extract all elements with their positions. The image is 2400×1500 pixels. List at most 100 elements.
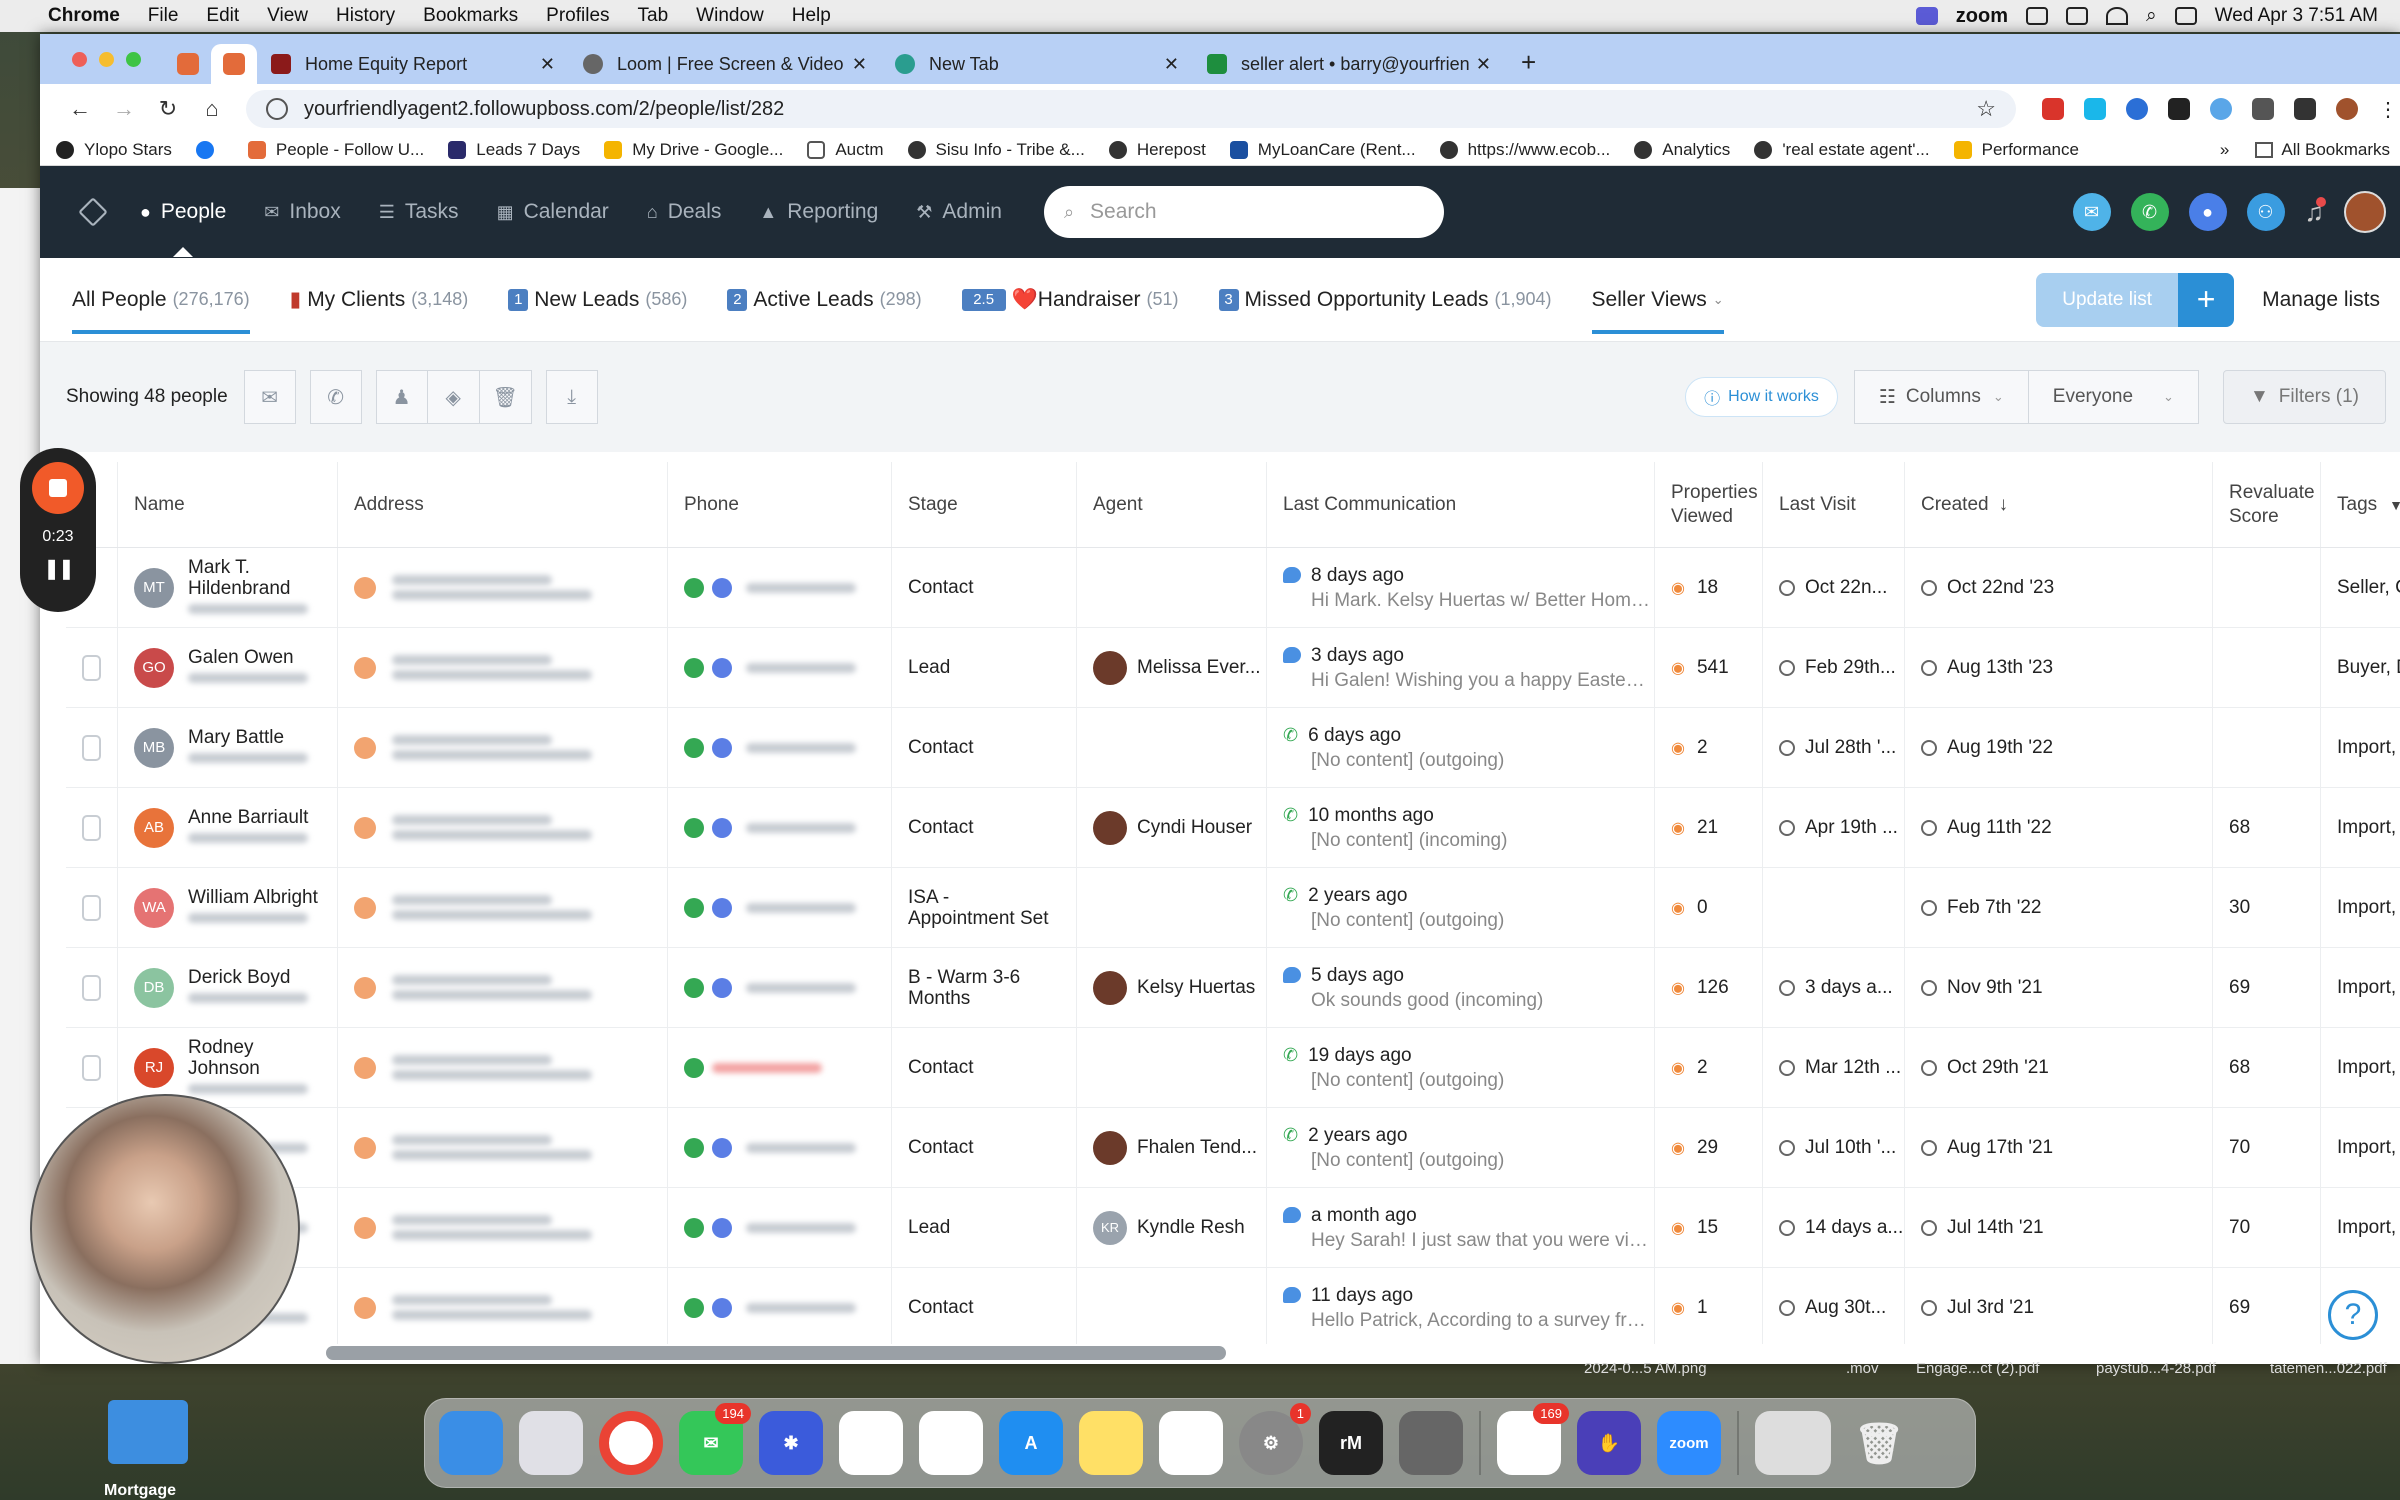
call-icon[interactable] <box>684 577 704 598</box>
stage-cell[interactable]: Contact <box>892 1028 1077 1107</box>
tags-cell[interactable]: Import, S <box>2321 948 2400 1027</box>
tab-missed-opportunity[interactable]: 3 Missed Opportunity Leads (1,904) <box>1218 258 1552 342</box>
bookmark-item[interactable]: Leads 7 Days <box>448 140 580 160</box>
desktop-folder-label[interactable]: Mortgage <box>104 1482 176 1500</box>
table-row[interactable]: MB Mary Battle Contact ✆ 6 days ago [No conte… <box>66 708 2400 788</box>
wifi-icon[interactable] <box>2106 7 2128 25</box>
phone-cell[interactable] <box>668 628 892 707</box>
nav-calendar[interactable]: ▦ Calendar <box>497 200 609 224</box>
call-icon[interactable] <box>684 1137 704 1158</box>
call-icon[interactable] <box>684 1297 704 1318</box>
zoom-icon[interactable]: zoom <box>1657 1411 1721 1475</box>
call-icon[interactable] <box>684 817 704 838</box>
address-cell[interactable] <box>338 548 668 627</box>
col-created[interactable]: Created ↓ <box>1905 462 2213 547</box>
menubar-clock[interactable]: Wed Apr 3 7:51 AM <box>2215 5 2378 27</box>
stage-cell[interactable]: Lead <box>892 628 1077 707</box>
phone-cell[interactable] <box>668 1268 892 1344</box>
chrome-icon[interactable] <box>599 1411 663 1475</box>
phone-cell[interactable] <box>668 948 892 1027</box>
col-stage[interactable]: Stage <box>892 462 1077 547</box>
maximize-window-button[interactable] <box>126 51 141 67</box>
bookmark-folder[interactable]: Auctm <box>807 140 884 160</box>
back-icon[interactable]: ← <box>58 96 102 122</box>
columns-dropdown[interactable]: ☷ Columns ⌄ <box>1853 370 2029 424</box>
phone-cell[interactable] <box>668 1188 892 1267</box>
stage-cell[interactable]: Contact <box>892 708 1077 787</box>
menu-help[interactable]: Help <box>792 5 831 27</box>
menu-edit[interactable]: Edit <box>206 5 239 27</box>
table-row[interactable]: Lead KR Kyndle Resh a month ago Hey Sarah! I… <box>66 1188 2400 1268</box>
address-cell[interactable] <box>338 628 668 707</box>
site-info-icon[interactable] <box>266 98 288 120</box>
notifications-bell-icon[interactable]: ♫ <box>2305 196 2326 228</box>
last-communication-cell[interactable]: a month ago Hey Sarah! I just saw that yo… <box>1267 1188 1655 1267</box>
call-icon[interactable] <box>684 977 704 998</box>
pinned-tab-1[interactable] <box>165 44 211 84</box>
call-icon[interactable] <box>684 737 704 758</box>
nav-admin[interactable]: ⚒ Admin <box>916 200 1002 224</box>
recent-window-icon[interactable] <box>1755 1411 1831 1475</box>
contact-name[interactable]: Mary Battle <box>188 727 308 748</box>
row-checkbox[interactable] <box>66 628 118 707</box>
vimeo-icon[interactable] <box>2084 98 2106 120</box>
bulk-email-button[interactable]: ✉ <box>243 370 296 424</box>
bookmark-star-icon[interactable]: ☆ <box>1976 96 1996 122</box>
tags-cell[interactable]: Buyer, D <box>2321 628 2400 707</box>
address-cell[interactable] <box>338 1188 668 1267</box>
tab-all-people[interactable]: All People (276,176) <box>72 258 250 342</box>
all-bookmarks[interactable]: » All Bookmarks <box>2220 140 2390 160</box>
close-tab-icon[interactable]: ✕ <box>540 54 555 75</box>
filters-button[interactable]: ▼ Filters (1) <box>2222 370 2386 424</box>
phone-cell[interactable] <box>668 788 892 867</box>
bookmark-item[interactable]: Ylopo Stars <box>56 140 172 160</box>
menu-app-name[interactable]: Chrome <box>48 5 120 27</box>
text-icon[interactable] <box>712 1217 732 1238</box>
name-cell[interactable]: MT Mark T. Hildenbrand <box>118 548 338 627</box>
desktop-file[interactable]: 2024-0...5 AM.png <box>1584 1360 1707 1377</box>
calculator-icon[interactable] <box>1399 1411 1463 1475</box>
phone-cell[interactable] <box>668 708 892 787</box>
tab-new-tab[interactable]: New Tab ✕ <box>881 44 1193 84</box>
profile-avatar[interactable] <box>2336 98 2358 120</box>
minimize-window-button[interactable] <box>99 51 114 67</box>
row-checkbox[interactable] <box>66 788 118 867</box>
phone-cell[interactable] <box>668 1108 892 1187</box>
text-icon[interactable] <box>712 737 732 758</box>
nav-inbox[interactable]: ✉ Inbox <box>264 200 340 224</box>
bookmark-item[interactable]: Herepost <box>1108 140 1206 160</box>
bookmark-item[interactable]: Performance <box>1953 140 2079 160</box>
system-settings-icon[interactable]: ⚙ 1 <box>1239 1403 1311 1475</box>
table-row[interactable]: GO Galen Owen Lead Melissa Ever... 3 days ag… <box>66 628 2400 708</box>
tags-cell[interactable]: Seller, C <box>2321 548 2400 627</box>
assign-agent-button[interactable]: ♟ <box>375 370 428 424</box>
desktop-file[interactable]: paystub...4-28.pdf <box>2096 1360 2216 1377</box>
extensions-puzzle-icon[interactable] <box>2252 98 2274 120</box>
last-communication-cell[interactable]: ✆ 19 days ago [No content] (outgoing) <box>1267 1028 1655 1107</box>
close-window-button[interactable] <box>72 51 87 67</box>
pause-recording-icon[interactable]: ❚❚ <box>43 556 74 581</box>
last-communication-cell[interactable]: ✆ 6 days ago [No content] (outgoing) <box>1267 708 1655 787</box>
tab-seller-alert[interactable]: seller alert • barry@yourfrien ✕ <box>1193 44 1505 84</box>
app-store-icon[interactable]: A <box>999 1411 1063 1475</box>
new-tab-button[interactable]: + <box>1505 47 1552 84</box>
extension-icon[interactable] <box>2126 98 2148 120</box>
stage-cell[interactable]: Contact <box>892 548 1077 627</box>
call-icon[interactable] <box>684 1057 704 1078</box>
close-tab-icon[interactable]: ✕ <box>852 54 867 75</box>
bookmark-item[interactable]: Sisu Info - Tribe &... <box>907 140 1085 160</box>
tags-cell[interactable]: Import, S <box>2321 1108 2400 1187</box>
search-spotlight-icon[interactable]: ⌕ <box>2146 5 2157 27</box>
table-row[interactable]: RJ Rodney Johnson Contact ✆ 19 days ago [No c… <box>66 1028 2400 1108</box>
fub-logo-icon[interactable] <box>78 197 108 227</box>
tag-button[interactable]: ◈ <box>427 370 480 424</box>
address-cell[interactable] <box>338 708 668 787</box>
horizontal-scrollbar[interactable] <box>326 1346 1226 1360</box>
address-cell[interactable] <box>338 788 668 867</box>
close-tab-icon[interactable]: ✕ <box>1164 54 1179 75</box>
text-icon[interactable] <box>712 1297 732 1318</box>
menu-bookmarks[interactable]: Bookmarks <box>423 5 518 27</box>
stage-cell[interactable]: ISA - Appointment Set <box>892 868 1077 947</box>
table-row[interactable]: WA William Albright ISA - Appointment Set ✆… <box>66 868 2400 948</box>
name-cell[interactable]: DB Derick Boyd <box>118 948 338 1027</box>
